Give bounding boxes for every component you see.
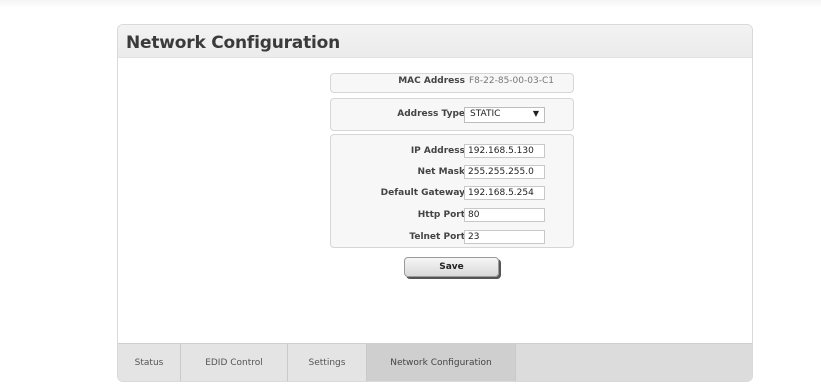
default-gateway-input[interactable]: [464, 186, 545, 200]
network-config-panel: Network Configuration MAC Address F8-22-…: [117, 24, 753, 382]
net-mask-label: Net Mask: [417, 167, 465, 177]
dropdown-arrow-icon: ▼: [532, 109, 539, 118]
net-mask-row: Net Mask: [331, 165, 571, 183]
save-button[interactable]: Save: [404, 257, 499, 277]
ip-address-row: IP Address: [331, 144, 571, 162]
page-title: Network Configuration: [126, 33, 341, 53]
net-mask-input[interactable]: [464, 165, 545, 179]
panel-header: Network Configuration: [118, 25, 752, 58]
telnet-port-label: Telnet Port: [409, 232, 465, 242]
address-type-label: Address Type: [397, 109, 465, 119]
ip-address-input[interactable]: [464, 144, 545, 158]
default-gateway-row: Default Gateway: [331, 186, 571, 204]
http-port-input[interactable]: [464, 208, 545, 222]
tab-network-configuration[interactable]: Network Configuration: [367, 344, 516, 381]
tab-status[interactable]: Status: [118, 344, 181, 381]
tab-settings[interactable]: Settings: [288, 344, 367, 381]
address-type-row: Address Type STATIC ▼: [331, 107, 571, 125]
ip-address-label: IP Address: [410, 146, 465, 156]
mac-address-label: MAC Address: [398, 76, 465, 86]
http-port-label: Http Port: [417, 210, 465, 220]
tab-edid-control[interactable]: EDID Control: [181, 344, 288, 381]
mac-address-group: MAC Address F8-22-85-00-03-C1: [330, 73, 574, 93]
default-gateway-label: Default Gateway: [380, 188, 465, 198]
tab-bar: Status EDID Control Settings Network Con…: [118, 343, 752, 381]
address-type-selected: STATIC: [470, 109, 501, 119]
mac-address-row: MAC Address F8-22-85-00-03-C1: [331, 74, 571, 92]
network-fields-group: IP Address Net Mask Default Gateway Http…: [330, 134, 574, 248]
telnet-port-row: Telnet Port: [331, 230, 571, 248]
mac-address-value: F8-22-85-00-03-C1: [469, 76, 554, 86]
address-type-select[interactable]: STATIC ▼: [464, 107, 545, 123]
telnet-port-input[interactable]: [464, 230, 545, 244]
top-strip: [0, 0, 821, 8]
http-port-row: Http Port: [331, 208, 571, 226]
address-type-group: Address Type STATIC ▼: [330, 98, 574, 131]
